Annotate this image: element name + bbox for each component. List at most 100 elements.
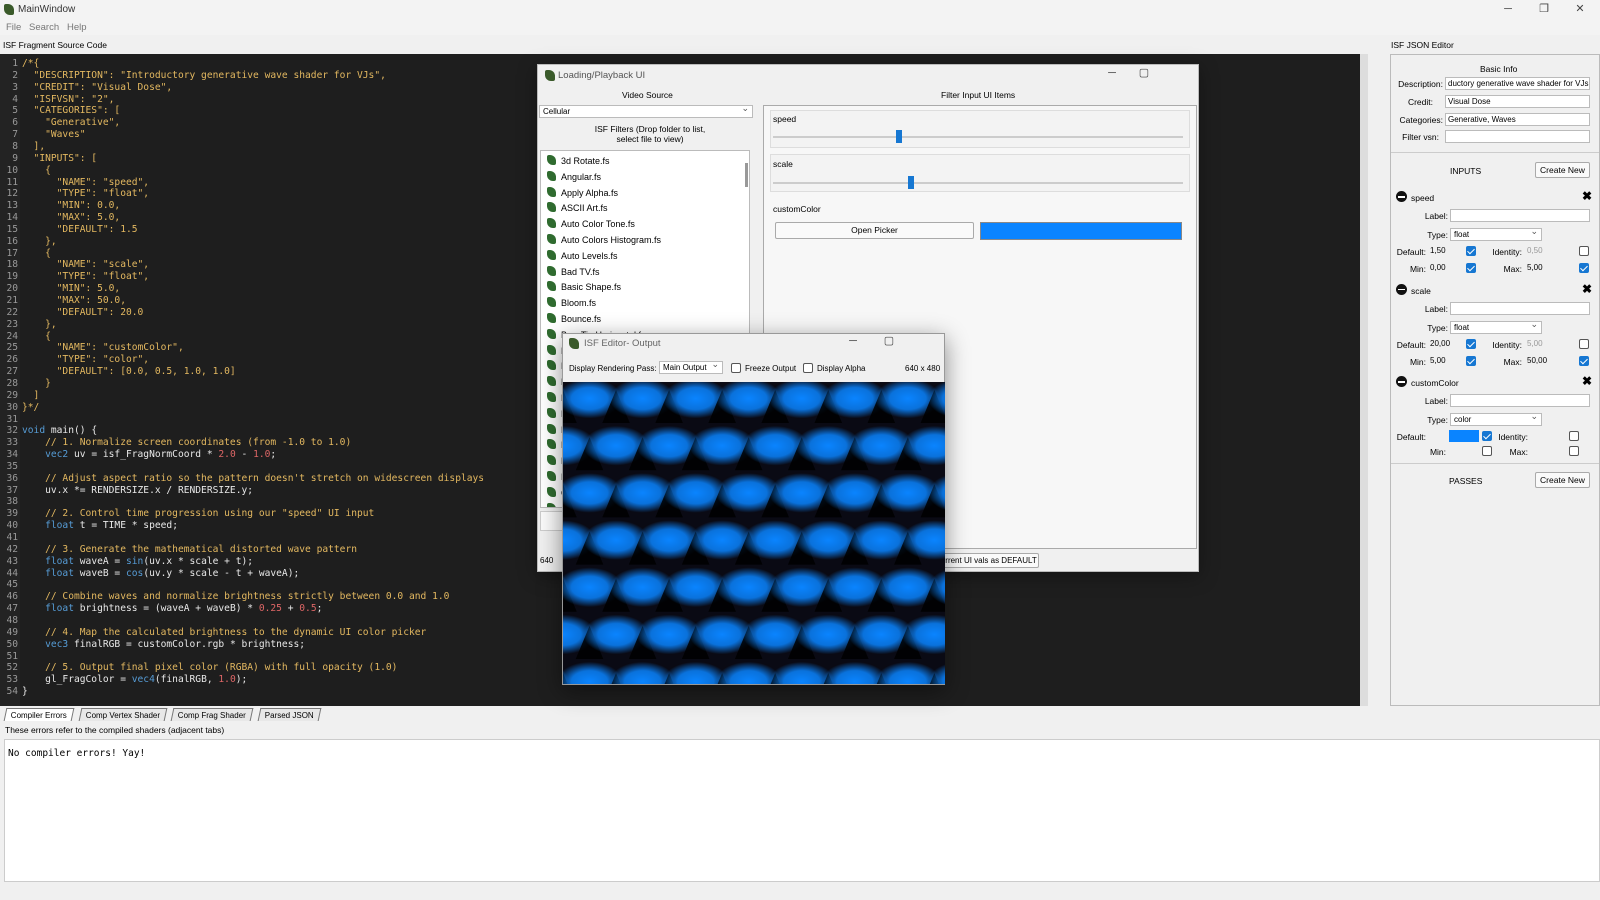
filter-item[interactable]: Basic Shape.fs — [547, 280, 621, 294]
color-swatch[interactable] — [980, 222, 1182, 240]
scale-slider-track[interactable] — [773, 182, 1183, 184]
tab-comp-frag-shader[interactable]: Comp Frag Shader — [170, 708, 254, 721]
filter-ui-label: Filter Input UI Items — [941, 90, 1016, 100]
speed-group — [770, 110, 1190, 148]
min-checkbox[interactable] — [1466, 355, 1476, 366]
create-input-button[interactable]: Create New — [1535, 162, 1590, 178]
input-type-select[interactable]: float — [1450, 319, 1542, 334]
input-label-field[interactable] — [1450, 209, 1590, 222]
default-checkbox[interactable] — [1466, 246, 1476, 256]
filter-list-scrollbar[interactable] — [745, 163, 748, 187]
min-field[interactable]: 5,00 — [1428, 355, 1464, 368]
identity-checkbox[interactable] — [1579, 246, 1589, 256]
max-checkbox[interactable] — [1569, 446, 1579, 456]
maximize-button[interactable]: ❐ — [1530, 2, 1558, 16]
code-scrollbar[interactable] — [1360, 54, 1368, 706]
remove-input-icon[interactable] — [1396, 191, 1407, 202]
identity-field[interactable]: 5,00 — [1525, 338, 1565, 351]
freeze-checkbox[interactable] — [731, 363, 741, 373]
description-field[interactable]: ductory generative wave shader for VJs — [1445, 77, 1590, 90]
output-minimize-button[interactable]: ─ — [839, 334, 867, 348]
code-line: { — [22, 247, 51, 259]
credit-field[interactable]: Visual Dose — [1445, 95, 1590, 108]
speed-slider-track[interactable] — [773, 136, 1183, 138]
filter-item[interactable]: Angular.fs — [547, 170, 601, 184]
max-checkbox[interactable] — [1579, 263, 1589, 273]
code-line: float t = TIME * speed; — [45, 520, 178, 532]
categories-field[interactable]: Generative, Waves — [1445, 113, 1590, 126]
tab-comp-vertex-shader[interactable]: Comp Vertex Shader — [78, 708, 168, 721]
max-checkbox[interactable] — [1579, 355, 1589, 366]
filter-item[interactable]: Auto Levels.fs — [547, 249, 618, 263]
file-icon — [547, 360, 556, 371]
filter-item[interactable]: Apply Alpha.fs — [547, 186, 618, 200]
identity-field[interactable] — [1531, 430, 1561, 443]
file-icon — [547, 281, 556, 292]
type-label: Type: — [1427, 415, 1448, 425]
menu-help[interactable]: Help — [67, 22, 87, 33]
video-source-select[interactable]: Cellular — [539, 103, 753, 118]
filter-item[interactable]: ASCII Art.fs — [547, 201, 608, 215]
minimize-button[interactable]: ─ — [1494, 2, 1522, 16]
min-checkbox[interactable] — [1466, 263, 1476, 273]
pass-select[interactable]: Main Output — [659, 359, 723, 374]
min-label: Min: — [1429, 447, 1446, 457]
input-type-select[interactable]: float — [1450, 226, 1542, 241]
code-line: "CREDIT": "Visual Dose", — [22, 81, 173, 93]
default-field[interactable]: 20,00 — [1428, 338, 1464, 351]
identity-field[interactable]: 0,50 — [1525, 245, 1565, 258]
input-label-field[interactable] — [1450, 394, 1590, 407]
shader-pattern — [563, 382, 945, 684]
menu-file[interactable]: File — [6, 22, 21, 33]
filter-item[interactable]: Bloom.fs — [547, 296, 596, 310]
menu-bar: File Search Help — [0, 19, 1600, 35]
max-field[interactable]: 50,00 — [1525, 355, 1573, 368]
delete-input-icon[interactable]: ✖ — [1582, 283, 1592, 295]
menu-search[interactable]: Search — [29, 22, 59, 33]
speed-slider-handle[interactable] — [896, 130, 902, 143]
filter-vsn-field[interactable] — [1445, 130, 1590, 143]
min-field[interactable]: 0,00 — [1428, 262, 1464, 275]
open-picker-button[interactable]: Open Picker — [775, 222, 974, 239]
custom-color-label: customColor — [773, 204, 821, 214]
tab-compiler-errors[interactable]: Compiler Errors — [3, 708, 75, 721]
identity-checkbox[interactable] — [1579, 338, 1589, 349]
delete-input-icon[interactable]: ✖ — [1582, 190, 1592, 202]
playback-minimize-button[interactable]: ─ — [1098, 66, 1126, 80]
delete-input-icon[interactable]: ✖ — [1582, 375, 1592, 387]
file-icon — [547, 265, 556, 276]
remove-input-icon[interactable] — [1396, 376, 1407, 387]
code-line: gl_FragColor = vec4(finalRGB, 1.0); — [22, 674, 248, 686]
output-maximize-button[interactable]: ▢ — [875, 334, 903, 348]
save-default-button[interactable]: rrent UI vals as DEFAULT — [943, 553, 1039, 568]
filter-item[interactable]: Auto Colors Histogram.fs — [547, 233, 661, 247]
line-number: 30 — [6, 401, 18, 413]
create-pass-button[interactable]: Create New — [1535, 472, 1590, 488]
tab-parsed-json[interactable]: Parsed JSON — [257, 708, 322, 721]
default-checkbox[interactable] — [1466, 338, 1476, 349]
default-color-swatch[interactable] — [1449, 430, 1479, 442]
window-title: MainWindow — [18, 4, 76, 15]
type-label: Type: — [1427, 322, 1448, 333]
max-field[interactable]: 5,00 — [1525, 262, 1573, 275]
input-type-select[interactable]: color — [1450, 411, 1542, 426]
filter-item[interactable]: 3d Rotate.fs — [547, 154, 610, 168]
compiler-errors-output[interactable]: No compiler errors! Yay! — [4, 739, 1600, 882]
default-field[interactable]: 1,50 — [1428, 245, 1464, 258]
filter-item[interactable]: Bounce.fs — [547, 312, 601, 326]
playback-maximize-button[interactable]: ▢ — [1130, 66, 1158, 80]
close-button[interactable]: ✕ — [1566, 2, 1594, 16]
input-label-field[interactable] — [1450, 301, 1590, 315]
alpha-checkbox[interactable] — [803, 363, 813, 373]
code-line: "TYPE": "float", — [22, 188, 150, 200]
code-line: "TYPE": "float", — [22, 271, 150, 283]
filter-item[interactable]: Bad TV.fs — [547, 265, 600, 279]
separator — [1391, 152, 1599, 153]
filter-item[interactable]: Auto Color Tone.fs — [547, 217, 635, 231]
remove-input-icon[interactable] — [1396, 283, 1407, 295]
file-icon — [547, 155, 556, 165]
identity-checkbox[interactable] — [1569, 431, 1579, 441]
input-name-customColor: customColor — [1411, 378, 1459, 388]
scale-slider-handle[interactable] — [908, 176, 915, 189]
title-bar: MainWindow ─ ❐ ✕ — [0, 0, 1600, 19]
